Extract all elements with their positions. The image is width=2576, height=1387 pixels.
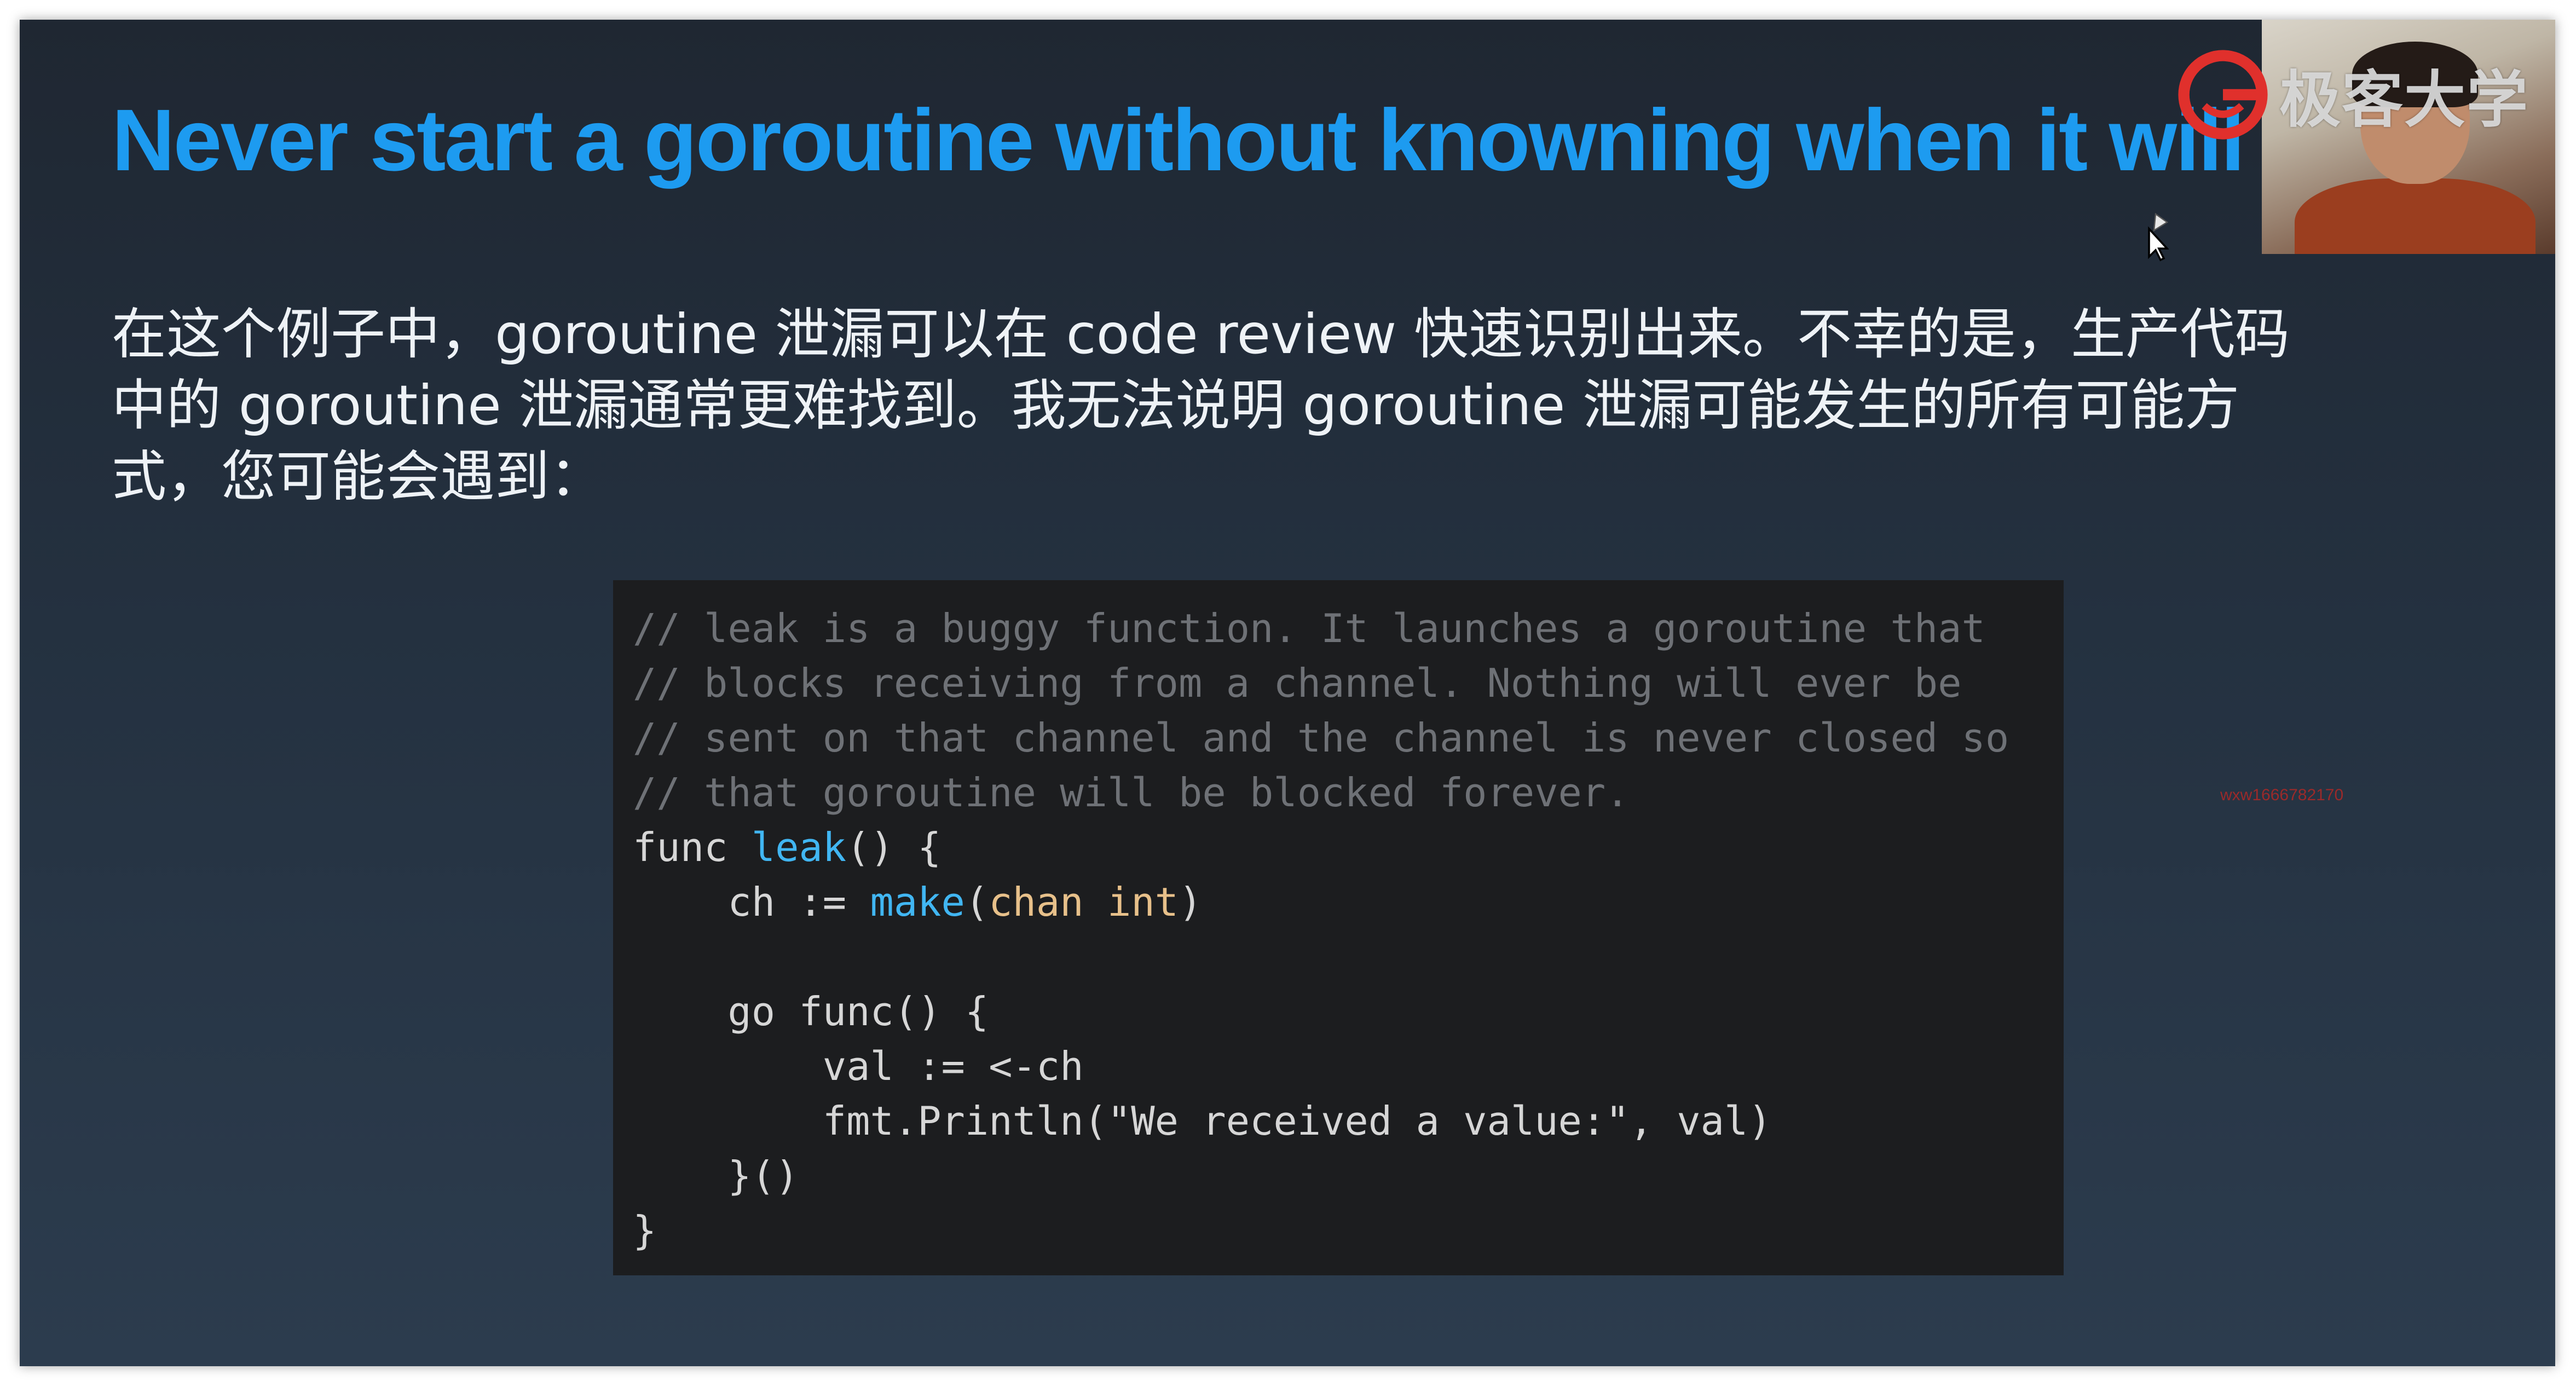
code-line: } (633, 1203, 2044, 1258)
code-line: // that goroutine will be blocked foreve… (633, 765, 2044, 820)
code-line: // sent on that channel and the channel … (633, 710, 2044, 765)
code-token: val := <-ch (633, 1043, 1084, 1089)
code-token: ( (964, 879, 989, 925)
code-line: ch := make(chan int) (633, 875, 2044, 929)
code-token: }() (633, 1153, 799, 1199)
code-token: // leak is a buggy function. It launches… (633, 605, 1985, 651)
code-token: // sent on that channel and the channel … (633, 715, 2009, 761)
code-line: }() (633, 1148, 2044, 1203)
watermark-text: wxw1666782170 (2220, 786, 2344, 804)
code-token: leak (751, 824, 847, 870)
code-token: ) (1179, 879, 1203, 925)
geek-university-logo-icon (2178, 50, 2268, 140)
code-token: // that goroutine will be blocked foreve… (633, 770, 1630, 816)
code-line: fmt.Println("We received a value:", val) (633, 1094, 2044, 1148)
code-block: // leak is a buggy function. It launches… (613, 580, 2064, 1275)
code-line: // blocks receiving from a channel. Noth… (633, 656, 2044, 710)
code-token: make (870, 879, 965, 925)
logo-text: 极客大学 (2279, 65, 2529, 136)
code-token: } (633, 1207, 657, 1253)
code-token: ch := (633, 879, 870, 925)
code-token: go func() { (633, 989, 989, 1035)
brand-logo: 极客大学 (2176, 48, 2529, 141)
code-line: // leak is a buggy function. It launches… (633, 601, 2044, 656)
code-line: go func() { (633, 984, 2044, 1039)
code-token: fmt.Println("We received a value:", val) (633, 1098, 1772, 1144)
slide-body-text: 在这个例子中，goroutine 泄漏可以在 code review 快速识别出… (112, 302, 2290, 508)
webcam-presenter-body (2295, 178, 2535, 254)
code-token: func (633, 824, 752, 870)
slide-title: Never start a goroutine without knowning… (112, 91, 2315, 189)
code-line: func leak() { (633, 820, 2044, 875)
slide-window: Never start a goroutine without knowning… (20, 20, 2555, 1366)
code-token: // blocks receiving from a channel. Noth… (633, 660, 1962, 706)
pointer-cursor-icon (2148, 212, 2169, 262)
code-line: val := <-ch (633, 1039, 2044, 1094)
code-token: () { (846, 824, 942, 870)
code-token: chan int (989, 879, 1179, 925)
